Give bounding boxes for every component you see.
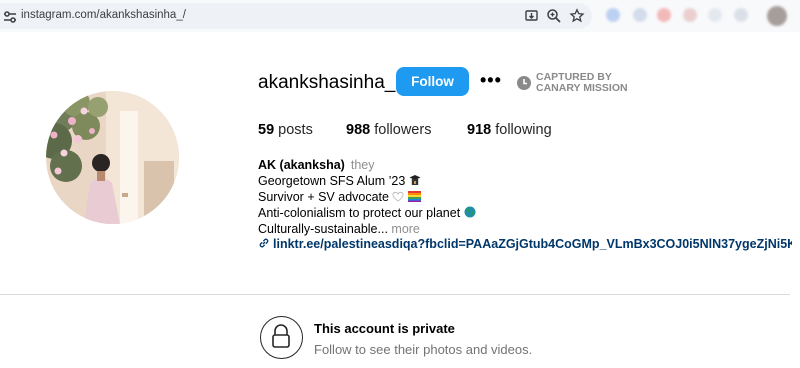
bio-text-2: Survivor + SV advocate <box>258 190 389 204</box>
private-subtitle: Follow to see their photos and videos. <box>314 342 533 357</box>
bio-line-3: Anti-colonialism to protect our planet <box>258 206 476 220</box>
graduation-cap-icon <box>409 175 421 185</box>
globe-icon <box>464 206 476 218</box>
white-heart-icon <box>392 191 405 202</box>
followers-stat[interactable]: 988 followers <box>346 122 431 138</box>
bio-more-link[interactable]: more <box>391 222 419 236</box>
display-name: AK (akanksha) <box>258 158 345 172</box>
private-lock <box>260 316 303 359</box>
extension-icon[interactable] <box>734 8 748 22</box>
profile-photo <box>46 91 179 224</box>
browser-toolbar: instagram.com/akankshasinha_/ <box>0 0 800 32</box>
posts-count: 59 <box>258 122 275 138</box>
bio-text-1: Georgetown SFS Alum ’23 <box>258 174 406 188</box>
url-text[interactable]: instagram.com/akankshasinha_/ <box>21 9 186 21</box>
profile-avatar[interactable] <box>46 91 179 224</box>
captured-line-2: CANARY MISSION <box>536 82 628 94</box>
extension-icon[interactable] <box>683 8 697 22</box>
clock-icon <box>517 76 531 90</box>
install-app-icon[interactable] <box>524 8 540 24</box>
bio-line-1: Georgetown SFS Alum ’23 <box>258 174 421 188</box>
posts-label: posts <box>278 122 313 138</box>
profile-avatar-icon[interactable] <box>767 6 787 26</box>
bio-line-4: Culturally-sustainable... more <box>258 222 420 236</box>
rainbow-flag-icon <box>407 191 421 202</box>
pronouns: they <box>350 158 375 172</box>
lock-icon <box>272 324 290 348</box>
bio-line-2: Survivor + SV advocate <box>258 190 421 204</box>
following-label[interactable]: following <box>495 122 551 138</box>
bio-name-row: AK (akanksha) they <box>258 158 374 172</box>
bookmark-star-icon[interactable] <box>569 8 585 24</box>
more-options-button[interactable]: ••• <box>480 70 502 91</box>
bio-text-3: Anti-colonialism to protect our planet <box>258 206 461 220</box>
followers-count[interactable]: 988 <box>346 122 370 138</box>
extension-icon[interactable] <box>708 8 722 22</box>
profile-username: akankshasinha_ <box>258 72 396 93</box>
following-stat[interactable]: 918 following <box>467 122 552 138</box>
posts-stat: 59 posts <box>258 122 313 138</box>
private-title: This account is private <box>314 321 455 336</box>
bio-link-text[interactable]: linktr.ee/palestineasdiqa?fbclid=PAAaZGj… <box>273 237 792 251</box>
link-icon <box>259 238 269 248</box>
bio-text-4: Culturally-sustainable... <box>258 222 388 236</box>
address-bar[interactable]: instagram.com/akankshasinha_/ <box>0 3 592 29</box>
tune-icon[interactable] <box>3 10 17 24</box>
following-count[interactable]: 918 <box>467 122 491 138</box>
extension-icon[interactable] <box>657 8 671 22</box>
divider <box>0 294 790 295</box>
captured-text: CAPTURED BY CANARY MISSION <box>536 72 628 94</box>
zoom-icon[interactable] <box>546 8 562 24</box>
extension-icon[interactable] <box>606 8 620 22</box>
follow-button[interactable]: Follow <box>396 67 469 96</box>
extension-icon[interactable] <box>633 8 647 22</box>
bio-link[interactable]: linktr.ee/palestineasdiqa?fbclid=PAAaZGj… <box>258 237 792 251</box>
followers-label[interactable]: followers <box>374 122 431 138</box>
